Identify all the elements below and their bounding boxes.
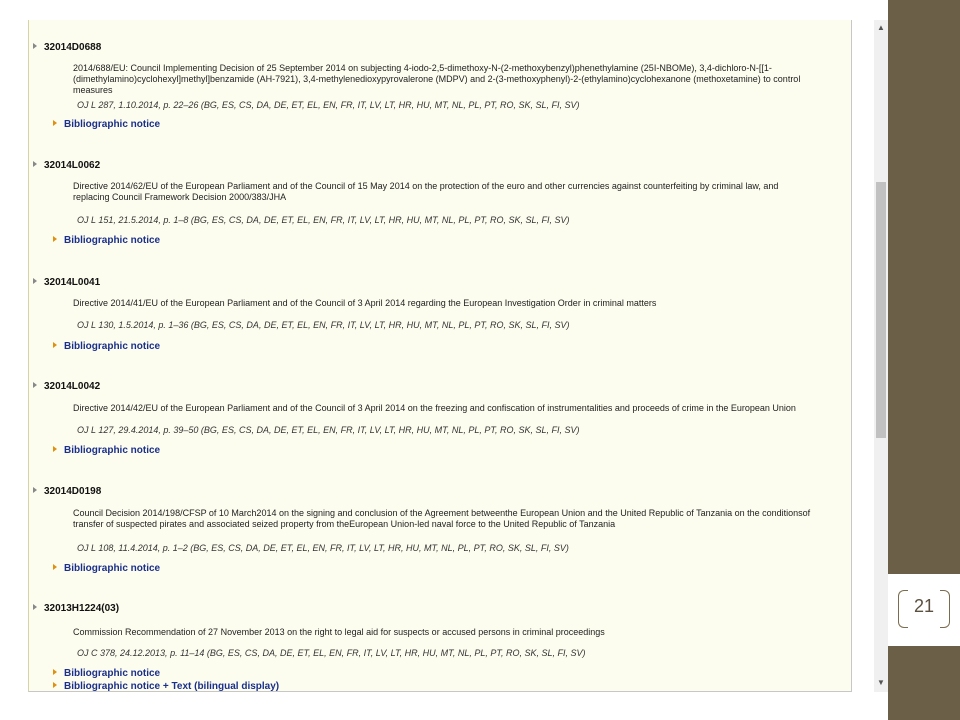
document-description: Directive 2014/62/EU of the European Par… — [73, 181, 779, 202]
oj-reference: OJ L 287, 1.10.2014, p. 22–26 (BG, ES, C… — [77, 100, 580, 110]
celex-number[interactable]: 32014D0688 — [33, 42, 101, 53]
document-description: 2014/688/EU: Council Implementing Decisi… — [73, 63, 801, 95]
celex-number[interactable]: 32014D0198 — [33, 486, 101, 497]
expand-arrow-icon — [33, 382, 37, 388]
oj-reference: OJ L 130, 1.5.2014, p. 1–36 (BG, ES, CS,… — [77, 320, 570, 330]
celex-number[interactable]: 32014L0041 — [33, 277, 100, 288]
oj-reference: OJ L 151, 21.5.2014, p. 1–8 (BG, ES, CS,… — [77, 215, 570, 225]
document-description: Directive 2014/42/EU of the European Par… — [73, 403, 796, 413]
oj-reference: OJ L 127, 29.4.2014, p. 39–50 (BG, ES, C… — [77, 425, 580, 435]
celex-number[interactable]: 32013H1224(03) — [33, 603, 119, 614]
top-margin — [0, 0, 888, 20]
oj-reference: OJ L 108, 11.4.2014, p. 1–2 (BG, ES, CS,… — [77, 543, 569, 553]
scroll-down-icon[interactable]: ▼ — [874, 677, 888, 689]
celex-number[interactable]: 32014L0062 — [33, 160, 100, 171]
link-arrow-icon — [53, 236, 57, 242]
scroll-up-icon[interactable]: ▲ — [874, 22, 888, 34]
bibliographic-notice-link[interactable]: Bibliographic notice — [53, 119, 160, 130]
results-list: 32014D0688 2014/688/EU: Council Implemen… — [28, 20, 852, 692]
expand-arrow-icon — [33, 278, 37, 284]
link-arrow-icon — [53, 682, 57, 688]
bibliographic-notice-link[interactable]: Bibliographic notice — [53, 341, 160, 352]
document-description: Directive 2014/41/EU of the European Par… — [73, 298, 657, 308]
bottom-margin — [0, 692, 888, 720]
link-arrow-icon — [53, 446, 57, 452]
document-description: Council Decision 2014/198/CFSP of 10 Mar… — [73, 508, 811, 529]
bibliographic-notice-link[interactable]: Bibliographic notice — [53, 668, 160, 679]
expand-arrow-icon — [33, 43, 37, 49]
bibliographic-notice-link[interactable]: Bibliographic notice — [53, 235, 160, 246]
link-arrow-icon — [53, 669, 57, 675]
expand-arrow-icon — [33, 161, 37, 167]
bibliographic-notice-text-link[interactable]: Bibliographic notice + Text (bilingual d… — [53, 681, 279, 691]
celex-number[interactable]: 32014L0042 — [33, 381, 100, 392]
expand-arrow-icon — [33, 487, 37, 493]
scrollbar-thumb[interactable] — [876, 182, 886, 438]
page-number-badge: 21 — [888, 574, 960, 646]
oj-reference: OJ C 378, 24.12.2013, p. 11–14 (BG, ES, … — [77, 648, 586, 658]
bibliographic-notice-link[interactable]: Bibliographic notice — [53, 563, 160, 574]
expand-arrow-icon — [33, 604, 37, 610]
link-arrow-icon — [53, 564, 57, 570]
document-description: Commission Recommendation of 27 November… — [73, 627, 605, 637]
vertical-scrollbar[interactable]: ▲ ▼ — [874, 20, 888, 692]
page-number: 21 — [913, 596, 935, 616]
link-arrow-icon — [53, 120, 57, 126]
link-arrow-icon — [53, 342, 57, 348]
bibliographic-notice-link[interactable]: Bibliographic notice — [53, 445, 160, 456]
